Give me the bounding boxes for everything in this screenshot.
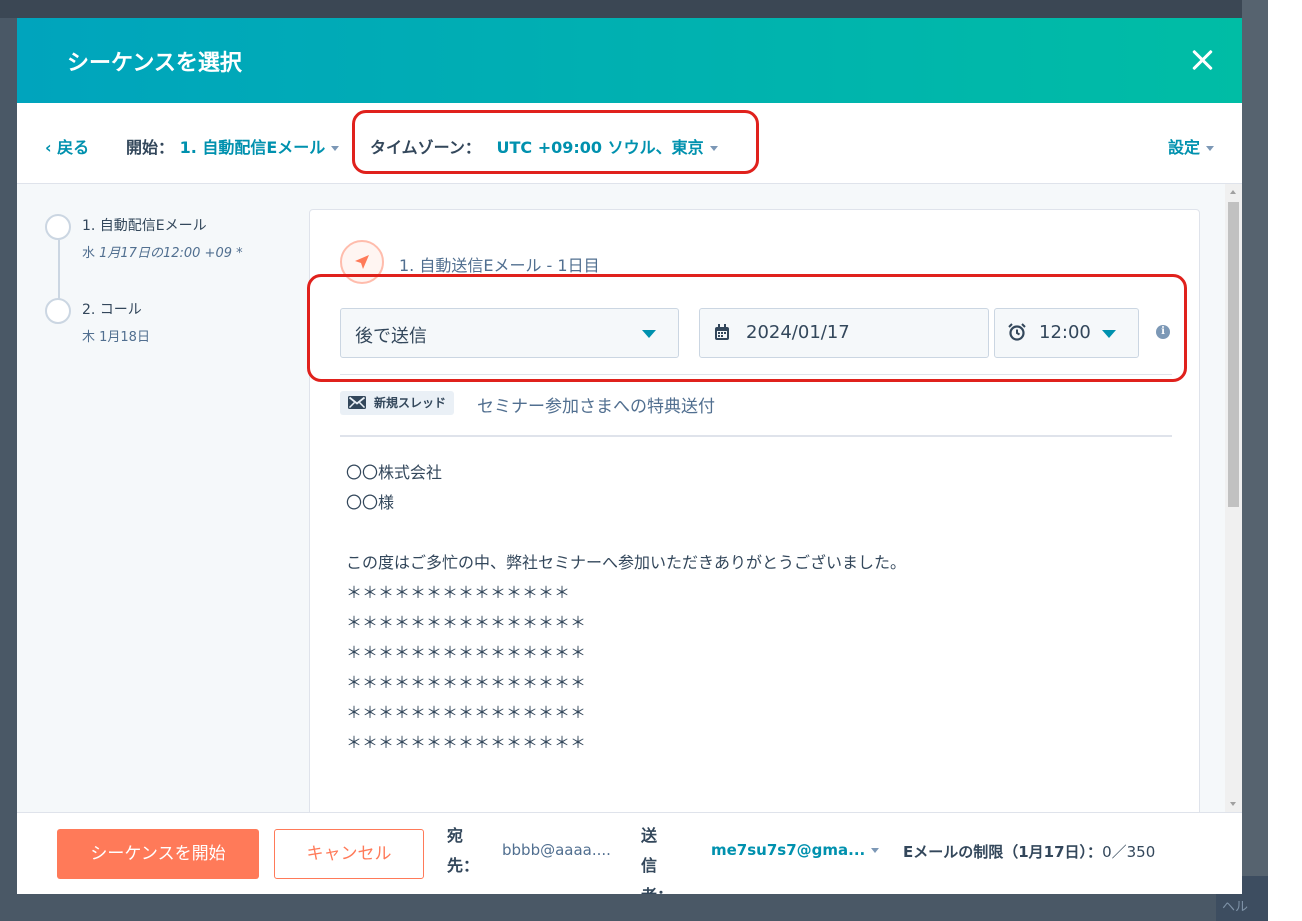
chevron-down-icon xyxy=(1206,146,1214,151)
timeline-step-date: 木 1月18日 xyxy=(82,330,150,345)
close-icon[interactable] xyxy=(1186,44,1218,76)
settings-label: 設定 xyxy=(1167,138,1200,157)
send-timing-value: 後で送信 xyxy=(355,326,427,347)
body-line: ＊＊＊＊＊＊＊＊＊＊＊＊＊＊＊ xyxy=(346,733,587,752)
time-picker[interactable]: 12:00 xyxy=(994,308,1139,358)
body-line: ＊＊＊＊＊＊＊＊＊＊＊＊＊＊＊ xyxy=(346,703,587,722)
email-limit-label: Eメールの制限（1月17日）： xyxy=(903,843,1103,861)
background-app-strip xyxy=(0,0,1302,18)
sequence-content: 1. 自動配信Eメール 水 1月17日の12:00 +09 * 2. コール 木… xyxy=(17,184,1242,812)
divider xyxy=(340,374,1172,375)
back-link[interactable]: ‹ 戻る xyxy=(45,134,89,158)
chevron-down-icon xyxy=(871,848,880,853)
new-thread-tag: 新規スレッド xyxy=(340,391,455,415)
alarm-clock-icon xyxy=(1008,323,1026,346)
email-limit-value: 0／350 xyxy=(1102,843,1156,861)
scrollbar-thumb[interactable] xyxy=(1228,202,1239,507)
step-circle-icon xyxy=(45,298,71,324)
divider xyxy=(340,435,1172,437)
modal-footer: シーケンスを開始 キャンセル 宛先： bbbb@aaaa.... 送信者： me… xyxy=(17,812,1242,894)
scroll-up-arrow-icon[interactable] xyxy=(1230,190,1236,194)
timeline-step-label: 1. 自動配信Eメール xyxy=(82,218,207,234)
body-line xyxy=(346,518,906,548)
body-line: ＊＊＊＊＊＊＊＊＊＊＊＊＊＊＊ xyxy=(346,673,587,692)
scroll-down-arrow-icon[interactable] xyxy=(1230,802,1236,806)
thread-tag-label: 新規スレッド xyxy=(374,396,447,410)
timezone-value[interactable]: UTC +09:00 ソウル、東京 xyxy=(496,138,703,157)
modal-header: シーケンスを選択 xyxy=(17,18,1242,103)
settings-dropdown[interactable]: 設定 xyxy=(1168,134,1214,158)
background-help-label: ヘル xyxy=(1222,900,1249,915)
cancel-button[interactable]: キャンセル xyxy=(274,829,424,879)
to-value: bbbb@aaaa.... xyxy=(502,841,611,859)
body-line: ＊＊＊＊＊＊＊＊＊＊＊＊＊＊＊ xyxy=(346,643,587,662)
from-label: 送信者： xyxy=(641,826,673,894)
body-line: ＊＊＊＊＊＊＊＊＊＊＊＊＊＊＊ xyxy=(346,613,587,632)
timeline-step-label: 2. コール xyxy=(82,302,142,318)
info-icon[interactable]: i xyxy=(1156,325,1170,339)
background-app-panel xyxy=(1268,0,1302,921)
from-value: me7su7s7@gma... xyxy=(711,841,866,859)
caret-down-icon xyxy=(1102,330,1116,338)
send-icon xyxy=(340,240,384,284)
start-label: 開始： xyxy=(126,138,175,157)
step-circle-icon xyxy=(45,214,71,240)
to-label: 宛先： xyxy=(447,826,480,875)
date-value: 2024/01/17 xyxy=(746,322,850,343)
body-line: この度はご多忙の中、弊社セミナーへ参加いただきありがとうございました。 xyxy=(346,553,907,572)
start-step-selector[interactable]: 開始： 1. 自動配信Eメール xyxy=(126,134,340,158)
caret-down-icon xyxy=(642,330,656,338)
email-body[interactable]: 〇〇株式会社 〇〇様 この度はご多忙の中、弊社セミナーへ参加いただきありがとうご… xyxy=(346,458,906,758)
timezone-selector[interactable]: タイムゾーン： UTC +09:00 ソウル、東京 xyxy=(370,134,718,158)
body-line: 〇〇様 xyxy=(346,493,395,512)
date-picker[interactable]: 2024/01/17 xyxy=(699,308,989,358)
select-sequence-modal: シーケンスを選択 ‹ 戻る 開始： 1. 自動配信Eメール タイムゾーン： UT… xyxy=(17,18,1242,894)
body-line: 〇〇株式会社 xyxy=(346,463,443,482)
body-line: ＊＊＊＊＊＊＊＊＊＊＊＊＊＊ xyxy=(346,583,571,602)
envelope-icon xyxy=(348,396,366,409)
from-selector[interactable]: me7su7s7@gma... xyxy=(711,841,880,859)
email-limit: Eメールの制限（1月17日）：0／350 xyxy=(903,841,1155,862)
content-scrollbar[interactable] xyxy=(1225,184,1242,812)
step-title: 1. 自動送信Eメール - 1日目 xyxy=(399,256,600,275)
chevron-down-icon xyxy=(709,146,718,151)
timeline-step-date: 水 1月17日の12:00 +09 * xyxy=(82,246,243,261)
time-value: 12:00 xyxy=(1039,322,1091,343)
email-step-card: 1. 自動送信Eメール - 1日目 後で送信 2024/01/17 12:00 … xyxy=(309,209,1200,812)
start-value[interactable]: 1. 自動配信Eメール xyxy=(180,138,326,157)
chevron-down-icon xyxy=(331,146,340,151)
send-timing-select[interactable]: 後で送信 xyxy=(340,308,679,358)
modal-toolbar: ‹ 戻る 開始： 1. 自動配信Eメール タイムゾーン： UTC +09:00 … xyxy=(17,103,1242,184)
modal-title: シーケンスを選択 xyxy=(67,51,242,76)
email-subject[interactable]: セミナー参加さまへの特典送付 xyxy=(477,392,715,417)
calendar-icon xyxy=(714,324,730,346)
start-sequence-button[interactable]: シーケンスを開始 xyxy=(57,829,259,879)
timezone-label: タイムゾーン： xyxy=(370,138,481,157)
